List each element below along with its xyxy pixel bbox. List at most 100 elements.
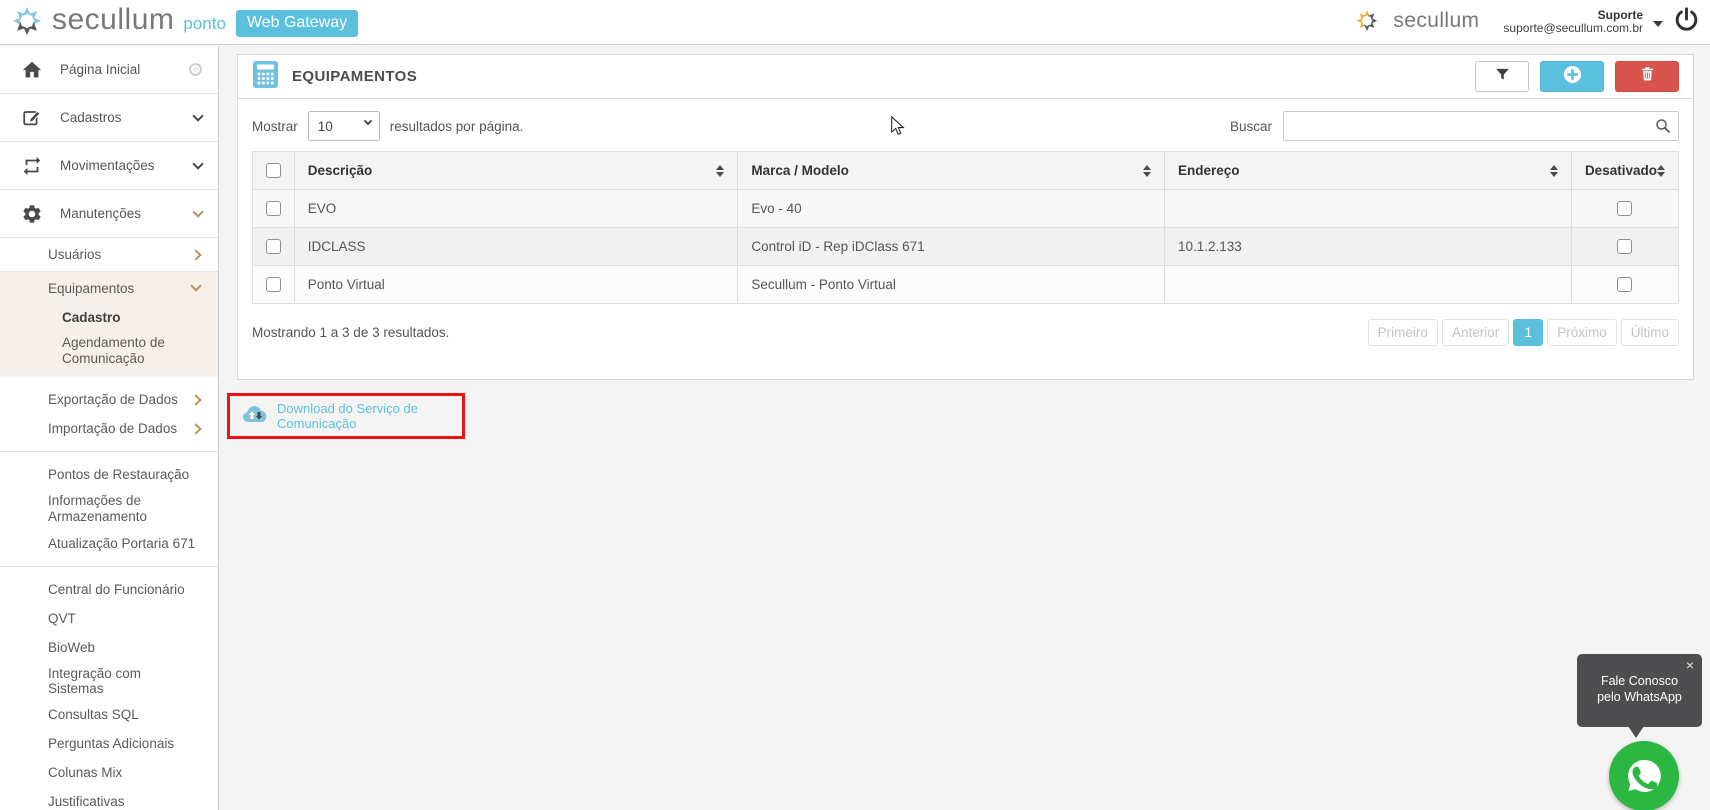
- pagination-prev[interactable]: Anterior: [1441, 319, 1510, 346]
- sidebar: Página Inicial Cadastros Movimentações M…: [0, 46, 219, 810]
- desativado-checkbox[interactable]: [1617, 239, 1633, 254]
- filter-button[interactable]: [1475, 61, 1529, 92]
- mouse-cursor: [891, 116, 905, 136]
- main-content: EQUIPAMENTOS Mostrar 10 resultados por p…: [220, 46, 1710, 810]
- table-row[interactable]: Ponto Virtual Secullum - Ponto Virtual: [252, 265, 1680, 304]
- select-all-checkbox[interactable]: [265, 163, 281, 178]
- chevron-right-icon: [190, 248, 202, 261]
- cloud-download-icon: [242, 404, 268, 429]
- sidebar-item-informacoes-armazenamento[interactable]: Informações de Armazenamento: [0, 489, 205, 529]
- sidebar-item-agendamento-comunicacao[interactable]: Agendamento de Comunicação: [0, 332, 200, 377]
- brand-name: secullum: [52, 3, 175, 36]
- chevron-down-icon: [190, 280, 202, 292]
- sort-icon[interactable]: [1142, 164, 1151, 177]
- pagination: Primeiro Anterior 1 Próximo Último: [1367, 319, 1679, 346]
- sidebar-item-equip-cadastro[interactable]: Cadastro: [0, 304, 218, 332]
- right-brand-name: secullum: [1393, 9, 1480, 32]
- chevron-down-icon: [192, 157, 204, 170]
- sort-icon[interactable]: [1657, 164, 1665, 177]
- results-per-page-label: resultados por página.: [389, 118, 524, 134]
- user-menu[interactable]: Suporte suporte@secullum.com.br: [1503, 9, 1643, 35]
- whatsapp-tooltip-line2: pelo WhatsApp: [1597, 690, 1682, 704]
- user-email: suporte@secullum.com.br: [1503, 21, 1643, 35]
- table-row[interactable]: IDCLASS Control iD - Rep iDClass 671 10.…: [252, 227, 1680, 266]
- whatsapp-icon: [1628, 759, 1661, 792]
- row-checkbox[interactable]: [265, 277, 281, 292]
- trash-icon: [1639, 65, 1656, 88]
- table-header-row: Descrição Marca / Modelo Endereço Desati…: [252, 151, 1680, 190]
- sidebar-item-consultas-sql[interactable]: Consultas SQL: [0, 700, 218, 729]
- topbar: secullum ponto Web Gateway secullum Supo…: [0, 0, 1710, 45]
- sidebar-item-bioweb[interactable]: BioWeb: [0, 633, 218, 662]
- sidebar-item-atualizacao-portaria-671[interactable]: Atualização Portaria 671: [0, 529, 218, 558]
- whatsapp-button[interactable]: [1609, 741, 1679, 810]
- transfer-arrows-icon: [20, 154, 44, 178]
- panel-header: EQUIPAMENTOS: [238, 55, 1693, 99]
- equipment-grid-icon: [252, 60, 279, 94]
- column-header-endereco[interactable]: Endereço: [1163, 151, 1572, 190]
- sidebar-item-qvt[interactable]: QVT: [0, 604, 218, 633]
- annotation-highlight-box: Download do Serviço de Comunicação: [227, 393, 465, 439]
- brand-logo[interactable]: secullum ponto Web Gateway: [0, 1, 359, 44]
- sidebar-item-equipamentos[interactable]: Equipamentos: [0, 272, 218, 304]
- equipamentos-panel: EQUIPAMENTOS Mostrar 10 resultados por p…: [237, 54, 1694, 380]
- close-icon[interactable]: ×: [1686, 657, 1694, 673]
- secullum-starburst-icon-small: [1353, 6, 1381, 39]
- column-header-marca-modelo[interactable]: Marca / Modelo: [737, 151, 1165, 190]
- pagination-first[interactable]: Primeiro: [1367, 319, 1438, 346]
- row-checkbox[interactable]: [265, 239, 281, 254]
- secullum-starburst-icon: [8, 1, 46, 44]
- sidebar-item-perguntas-adicionais[interactable]: Perguntas Adicionais: [0, 729, 218, 758]
- edit-icon: [20, 106, 44, 130]
- row-checkbox[interactable]: [265, 201, 281, 216]
- sort-icon[interactable]: [716, 164, 725, 177]
- equipment-table: Descrição Marca / Modelo Endereço Desati…: [252, 151, 1680, 304]
- results-status: Mostrando 1 a 3 de 3 resultados.: [252, 325, 450, 340]
- web-gateway-badge: Web Gateway: [235, 9, 359, 37]
- sidebar-item-usuarios[interactable]: Usuários: [0, 238, 218, 272]
- sidebar-item-central-funcionario[interactable]: Central do Funcionário: [0, 575, 218, 604]
- sidebar-item-justificativas[interactable]: Justificativas: [0, 787, 218, 810]
- plus-circle-icon: [1563, 65, 1582, 89]
- pagination-page-1[interactable]: 1: [1513, 319, 1544, 346]
- chevron-right-icon: [190, 422, 202, 435]
- search-icon: [1656, 119, 1670, 133]
- sidebar-item-importacao-dados[interactable]: Importação de Dados: [0, 414, 218, 443]
- whatsapp-tooltip-line1: Fale Conosco: [1600, 674, 1679, 688]
- sidebar-item-pagina-inicial[interactable]: Página Inicial: [0, 46, 218, 94]
- chevron-down-icon: [192, 205, 204, 218]
- table-row[interactable]: EVO Evo - 40: [252, 189, 1680, 228]
- page-size-select[interactable]: 10: [307, 111, 380, 141]
- desativado-checkbox[interactable]: [1617, 277, 1633, 292]
- sidebar-item-cadastros[interactable]: Cadastros: [0, 94, 218, 142]
- sidebar-item-movimentacoes[interactable]: Movimentações: [0, 142, 218, 190]
- pagination-next[interactable]: Próximo: [1547, 319, 1617, 346]
- sort-icon[interactable]: [1549, 164, 1558, 177]
- home-icon: [20, 58, 44, 82]
- chevron-down-icon: [192, 109, 204, 122]
- delete-button[interactable]: [1615, 61, 1679, 92]
- table-controls: Mostrar 10 resultados por página. Buscar: [238, 99, 1693, 151]
- add-button[interactable]: [1540, 61, 1604, 92]
- sidebar-item-pontos-restauracao[interactable]: Pontos de Restauração: [0, 460, 218, 489]
- search-label: Buscar: [1229, 118, 1272, 134]
- whatsapp-tooltip: × Fale Conosco pelo WhatsApp: [1577, 654, 1702, 727]
- brand-module: ponto: [183, 14, 226, 33]
- sidebar-item-exportacao-dados[interactable]: Exportação de Dados: [0, 385, 218, 414]
- desativado-checkbox[interactable]: [1617, 201, 1633, 216]
- power-logout-icon[interactable]: [1673, 6, 1700, 38]
- sidebar-item-manutencoes[interactable]: Manutenções: [0, 190, 218, 238]
- column-header-descricao[interactable]: Descrição: [293, 151, 739, 190]
- pagination-last[interactable]: Último: [1620, 319, 1679, 346]
- table-footer: Mostrando 1 a 3 de 3 resultados. Primeir…: [238, 304, 1693, 361]
- show-label: Mostrar: [252, 118, 298, 134]
- gear-icon: [20, 202, 44, 226]
- home-pin-toggle[interactable]: [189, 63, 202, 76]
- column-header-desativado[interactable]: Desativado: [1570, 151, 1680, 190]
- sidebar-item-integracao-sistemas[interactable]: Integração com Sistemas: [0, 662, 218, 700]
- download-service-link[interactable]: Download do Serviço de Comunicação: [277, 401, 462, 431]
- whatsapp-tooltip-tail: [1628, 726, 1644, 738]
- sidebar-item-colunas-mix[interactable]: Colunas Mix: [0, 758, 218, 787]
- chevron-down-icon[interactable]: [1653, 21, 1663, 27]
- search-input[interactable]: [1283, 111, 1679, 141]
